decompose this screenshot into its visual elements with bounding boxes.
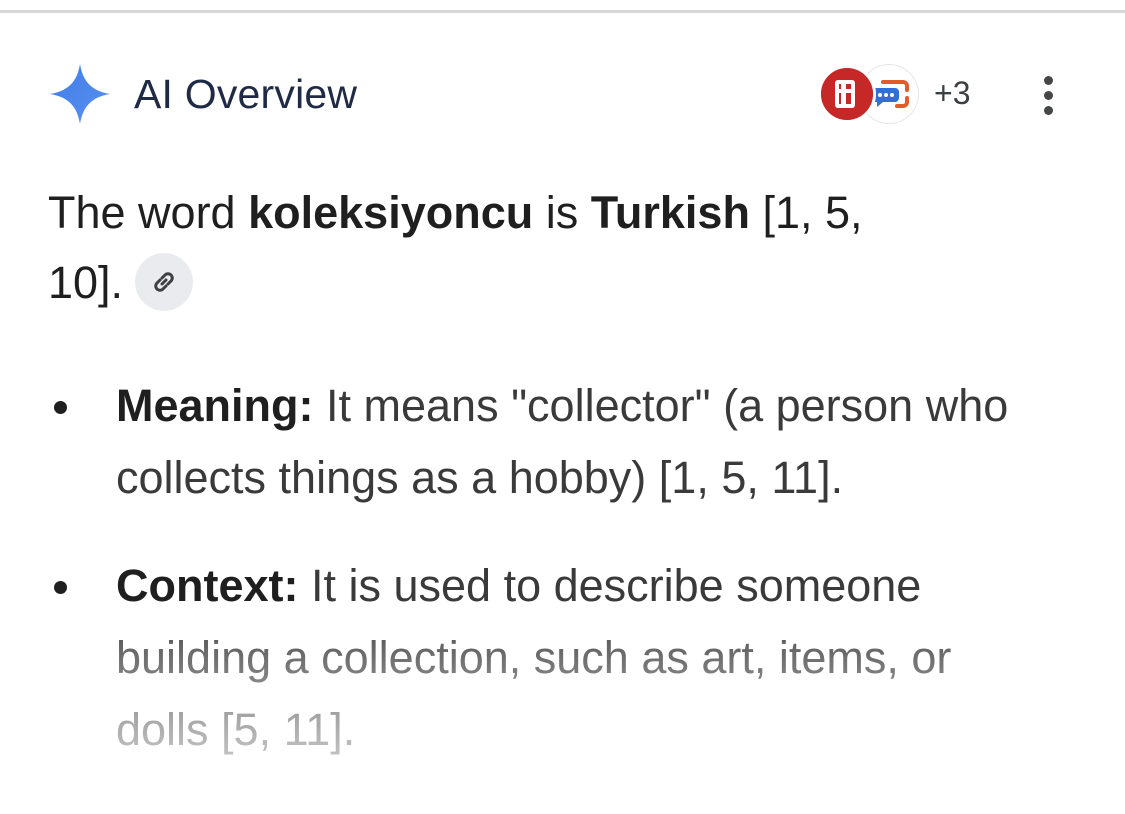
sources-button[interactable]: +3 [818, 62, 998, 128]
list-item: Context: It is used to describe someone … [0, 550, 1016, 766]
overview-intro: The word koleksiyoncu is Turkish [1, 5, … [48, 178, 948, 318]
link-icon [154, 272, 174, 292]
overview-bullets: Meaning: It means "collector" (a person … [0, 370, 1125, 802]
bullet-dot [54, 581, 67, 594]
more-vert-icon[interactable] [1038, 72, 1060, 118]
ai-overview-header: AI Overview +3 [48, 62, 1078, 126]
intro-language: Turkish [590, 187, 750, 238]
bullet-dot [54, 401, 67, 414]
link-button[interactable] [135, 253, 194, 312]
sources-count: +3 [934, 75, 971, 111]
bullet-label: Context: [116, 560, 299, 611]
intro-text: is [533, 187, 591, 238]
overview-title: AI Overview [134, 71, 358, 117]
bullet-label: Meaning: [116, 380, 314, 431]
source-icon-t [818, 65, 876, 123]
list-item: Meaning: It means "collector" (a person … [0, 370, 1016, 514]
top-divider [0, 10, 1125, 13]
intro-term: koleksiyoncu [248, 187, 534, 238]
intro-text: The word [48, 187, 249, 238]
sparkle-icon [50, 64, 110, 124]
